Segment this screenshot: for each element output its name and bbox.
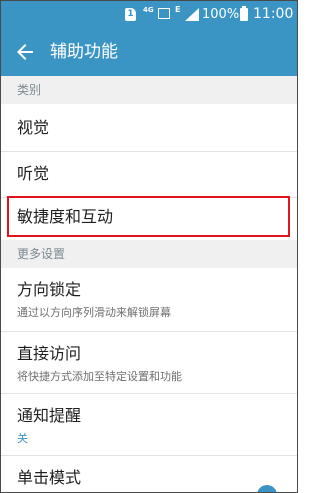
sim-card-icon: 1	[125, 8, 136, 21]
list-item-status: 关	[17, 432, 28, 445]
screen: 1 4G E 100% 11:00 辅助功能 类别 视觉 听觉 敏捷度和互动 更…	[0, 0, 298, 493]
list-item-hearing[interactable]: 听觉	[1, 152, 297, 197]
list-item-subtitle: 将快捷方式添加至特定设置和功能	[17, 370, 182, 383]
list-item-title: 听觉	[17, 164, 50, 183]
section-header-category: 类别	[1, 76, 297, 104]
list-item-title: 单击模式	[17, 468, 82, 487]
list-item-direct-access[interactable]: 直接访问 将快捷方式添加至特定设置和功能	[1, 332, 297, 392]
battery-icon	[240, 6, 248, 21]
list-item-title: 直接访问	[17, 344, 82, 363]
app-bar: 辅助功能	[1, 28, 297, 76]
data-type-label: E	[175, 5, 181, 14]
status-time: 11:00	[253, 6, 294, 22]
list-item-title: 通知提醒	[17, 406, 82, 425]
battery-percent: 100%	[202, 7, 240, 22]
list-item-title: 方向锁定	[17, 280, 82, 299]
section-header-more-settings: 更多设置	[1, 240, 297, 268]
page-title: 辅助功能	[50, 42, 118, 62]
network-type-label: 4G	[143, 6, 154, 14]
back-arrow-icon[interactable]	[13, 40, 37, 64]
list-item-vision[interactable]: 视觉	[1, 104, 297, 151]
section-header-label: 更多设置	[17, 247, 66, 261]
signal-icon	[185, 8, 199, 21]
list-item-direction-lock[interactable]: 方向锁定 通过以方向序列滑动来解锁屏幕	[1, 268, 297, 328]
list-item-title: 视觉	[17, 118, 50, 137]
section-header-label: 类别	[17, 83, 42, 97]
highlight-box	[7, 196, 290, 237]
list-item-notification-reminder[interactable]: 通知提醒 关	[1, 394, 297, 454]
list-item-single-tap-mode[interactable]: 单击模式	[1, 456, 297, 492]
status-bar: 1 4G E 100% 11:00	[1, 1, 297, 28]
list-item-subtitle: 通过以方向序列滑动来解锁屏幕	[17, 306, 171, 319]
image-notification-icon	[158, 8, 170, 19]
